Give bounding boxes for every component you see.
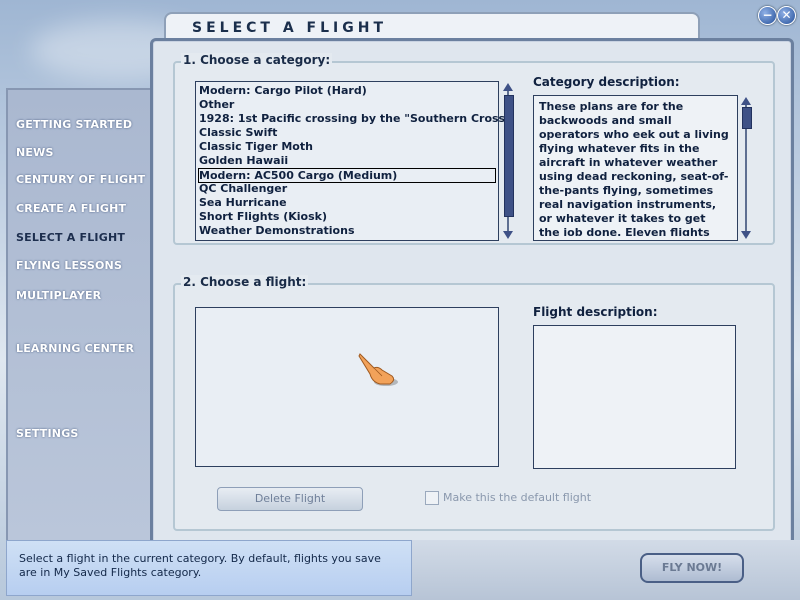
scroll-thumb[interactable]	[504, 95, 514, 217]
sidebar-item-news[interactable]: NEWS	[16, 146, 54, 159]
category-scrollbar[interactable]	[503, 83, 514, 239]
category-description-text: These plans are for the backwoods and sm…	[539, 100, 729, 236]
list-item[interactable]: Weather Demonstrations	[199, 224, 489, 237]
flight-group: 2. Choose a flight: Flight description: …	[173, 275, 775, 531]
category-heading: 1. Choose a category:	[181, 53, 333, 67]
sidebar-item-create-a-flight[interactable]: CREATE A FLIGHT	[16, 202, 126, 215]
delete-flight-button[interactable]: Delete Flight	[217, 487, 363, 511]
sidebar-item-getting-started[interactable]: GETTING STARTED	[16, 118, 132, 131]
list-item[interactable]: Modern: Cargo Pilot (Hard)	[199, 84, 489, 97]
hand-cursor-icon	[358, 353, 398, 386]
sidebar-item-learning-center[interactable]: LEARNING CENTER	[16, 342, 134, 355]
list-item[interactable]: Sea Hurricane	[199, 196, 489, 209]
fly-now-button[interactable]: FLY NOW!	[640, 553, 744, 583]
scroll-down-arrow-icon[interactable]	[503, 231, 513, 239]
default-flight-label: Make this the default flight	[443, 491, 592, 504]
list-item[interactable]: Classic Swift	[199, 126, 489, 139]
flight-description-label: Flight description:	[533, 305, 658, 319]
close-icon[interactable]: ✕	[777, 6, 796, 25]
scroll-down-arrow-icon[interactable]	[741, 231, 751, 239]
page-title: SELECT A FLIGHT	[192, 20, 387, 36]
default-flight-checkbox[interactable]	[425, 491, 439, 505]
sidebar-item-multiplayer[interactable]: MULTIPLAYER	[16, 289, 101, 302]
sidebar-item-flying-lessons[interactable]: FLYING LESSONS	[16, 259, 122, 272]
list-item[interactable]: Golden Hawaii	[199, 154, 489, 167]
scroll-up-arrow-icon[interactable]	[741, 97, 751, 105]
sidebar: GETTING STARTED NEWS CENTURY OF FLIGHT C…	[6, 88, 168, 544]
description-scrollbar[interactable]	[741, 97, 752, 239]
scroll-up-arrow-icon[interactable]	[503, 83, 513, 91]
category-list[interactable]: Modern: Cargo Pilot (Hard) Other 1928: 1…	[195, 81, 511, 241]
flight-description-box	[533, 325, 736, 469]
list-item[interactable]: QC Challenger	[199, 182, 489, 195]
minimize-icon[interactable]: −	[758, 6, 777, 25]
category-group: 1. Choose a category: Modern: Cargo Pilo…	[173, 53, 775, 245]
category-description-box: These plans are for the backwoods and sm…	[533, 95, 738, 241]
main-panel: 1. Choose a category: Modern: Cargo Pilo…	[150, 38, 794, 552]
sidebar-item-century-of-flight[interactable]: CENTURY OF FLIGHT	[16, 173, 145, 186]
list-item[interactable]: 1928: 1st Pacific crossing by the "South…	[199, 112, 511, 125]
status-panel: Select a flight in the current category.…	[6, 540, 412, 596]
list-item-selected[interactable]: Modern: AC500 Cargo (Medium)	[198, 168, 496, 183]
list-item[interactable]: Other	[199, 98, 489, 111]
sidebar-item-select-a-flight[interactable]: SELECT A FLIGHT	[16, 231, 125, 244]
flight-list[interactable]	[195, 307, 499, 467]
list-item[interactable]: Short Flights (Kiosk)	[199, 210, 489, 223]
status-text: Select a flight in the current category.…	[19, 552, 381, 579]
sidebar-item-settings[interactable]: SETTINGS	[16, 427, 79, 440]
category-description-label: Category description:	[533, 75, 680, 89]
scroll-thumb[interactable]	[742, 107, 752, 129]
list-item[interactable]: Classic Tiger Moth	[199, 140, 489, 153]
flight-heading: 2. Choose a flight:	[181, 275, 309, 289]
